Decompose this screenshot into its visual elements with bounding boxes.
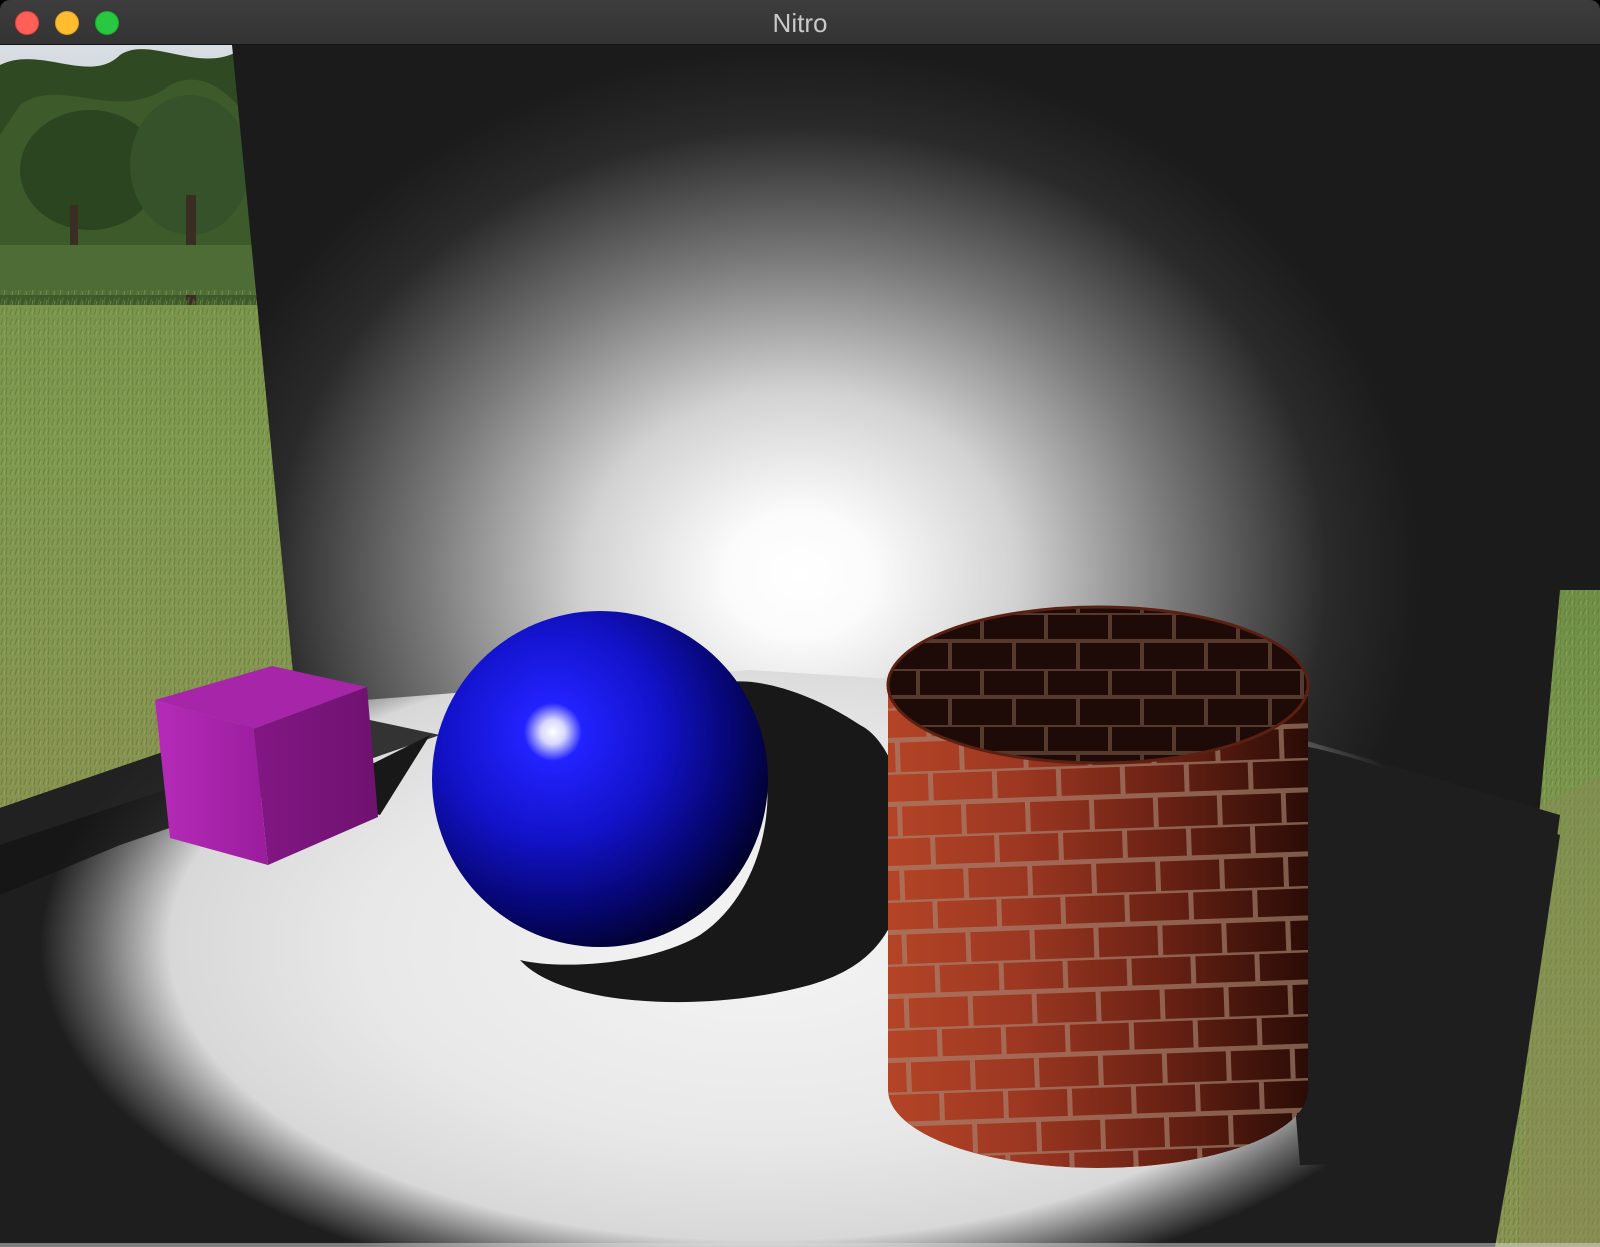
- brick-cylinder: [886, 605, 1310, 1168]
- window-title: Nitro: [772, 8, 828, 38]
- blue-sphere: [432, 611, 768, 947]
- title-bar[interactable]: Nitro: [0, 0, 1600, 45]
- app-window: Nitro: [0, 0, 1600, 1247]
- render-viewport[interactable]: [0, 45, 1600, 1247]
- scene-canvas: [0, 45, 1600, 1247]
